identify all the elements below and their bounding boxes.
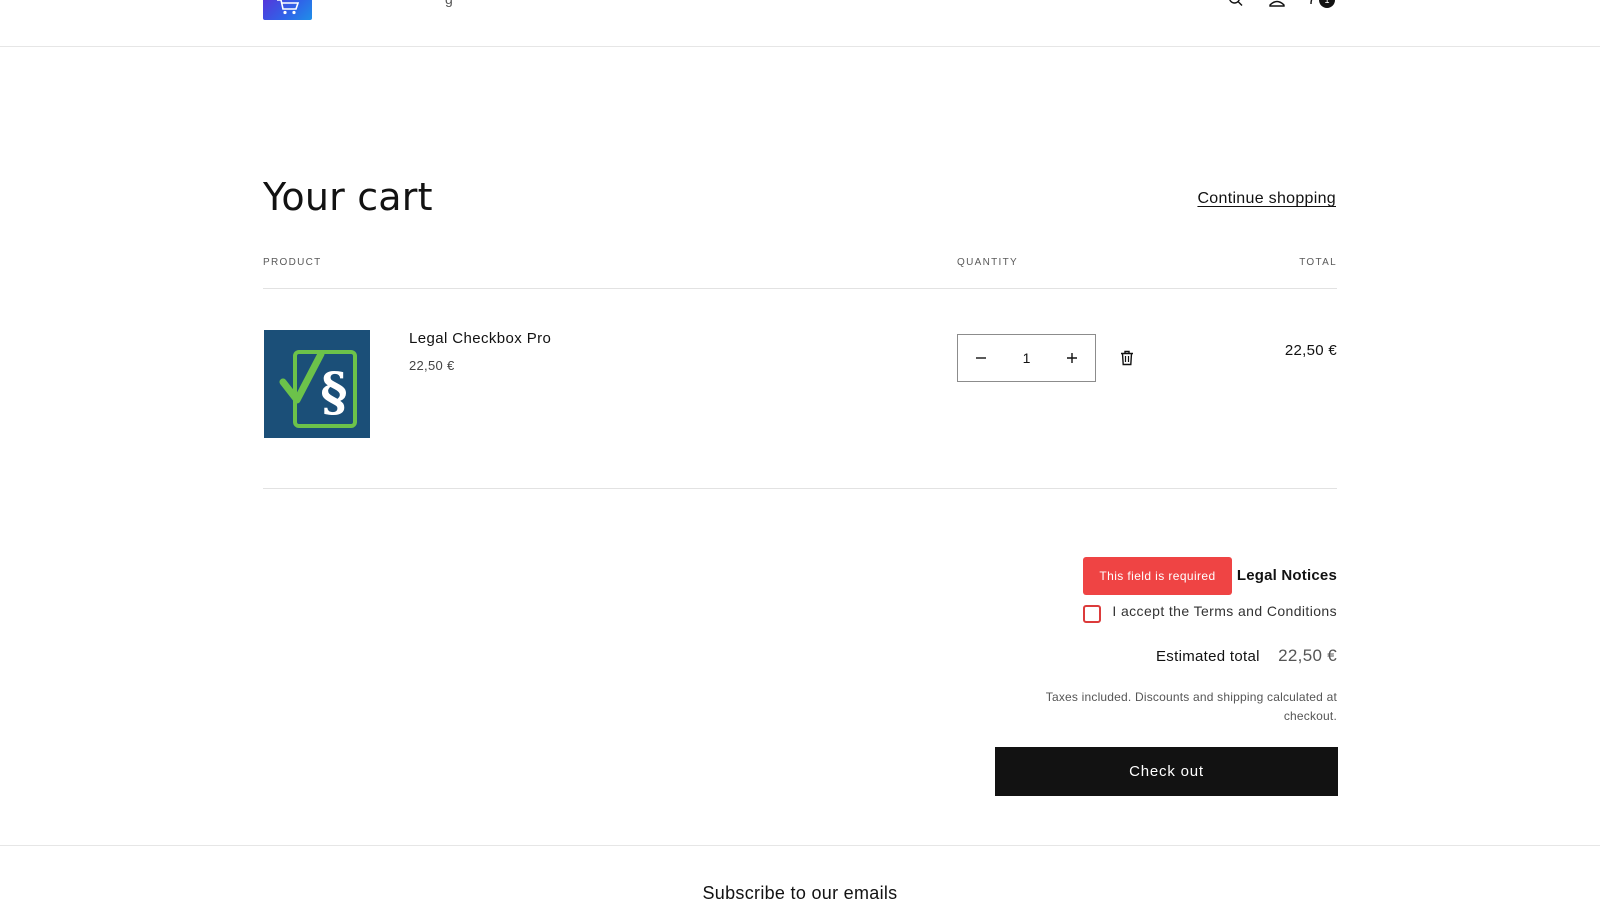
column-header-product: PRODUCT bbox=[263, 257, 322, 268]
product-name[interactable]: Legal Checkbox Pro bbox=[409, 330, 551, 347]
svg-text:§: § bbox=[320, 362, 347, 423]
items-bottom-divider bbox=[263, 488, 1337, 489]
page-title: Your cart bbox=[263, 175, 433, 219]
remove-item-button[interactable] bbox=[1118, 348, 1136, 368]
store-logo[interactable] bbox=[263, 0, 312, 20]
minus-icon bbox=[976, 357, 986, 359]
shopping-cart-icon bbox=[276, 0, 299, 15]
terms-checkbox-label[interactable]: I accept the Terms and Conditions bbox=[1112, 603, 1337, 619]
field-required-error: This field is required bbox=[1083, 557, 1232, 595]
newsletter-heading: Subscribe to our emails bbox=[702, 883, 898, 900]
column-header-total: TOTAL bbox=[1299, 257, 1337, 268]
footer-divider bbox=[0, 845, 1600, 846]
decrease-quantity-button[interactable] bbox=[958, 335, 1004, 381]
nav-link[interactable]: g bbox=[445, 0, 453, 7]
estimated-total-label: Estimated total bbox=[1156, 648, 1260, 665]
plus-icon bbox=[1067, 353, 1077, 363]
product-image[interactable]: § bbox=[264, 330, 370, 438]
legal-checkbox-logo-icon: § bbox=[279, 350, 357, 428]
quantity-stepper bbox=[957, 334, 1096, 382]
terms-checkbox[interactable] bbox=[1083, 605, 1101, 623]
continue-shopping-link[interactable]: Continue shopping bbox=[1197, 190, 1336, 208]
trash-icon bbox=[1121, 350, 1133, 366]
column-header-quantity: QUANTITY bbox=[957, 257, 1018, 268]
table-header-divider bbox=[263, 288, 1337, 289]
quantity-input[interactable] bbox=[1004, 350, 1049, 366]
legal-notices-heading: Legal Notices bbox=[1236, 567, 1337, 584]
estimated-total-value: 22,50 € bbox=[1278, 646, 1337, 665]
checkout-button[interactable]: Check out bbox=[995, 747, 1338, 796]
site-header: g 1 bbox=[0, 0, 1600, 47]
increase-quantity-button[interactable] bbox=[1049, 335, 1095, 381]
tax-note: Taxes included. Discounts and shipping c… bbox=[1045, 690, 1337, 723]
search-icon[interactable] bbox=[1225, 0, 1247, 10]
line-item-total: 22,50 € bbox=[1284, 342, 1337, 359]
account-icon[interactable] bbox=[1266, 0, 1288, 10]
product-unit-price: 22,50 € bbox=[409, 358, 455, 373]
